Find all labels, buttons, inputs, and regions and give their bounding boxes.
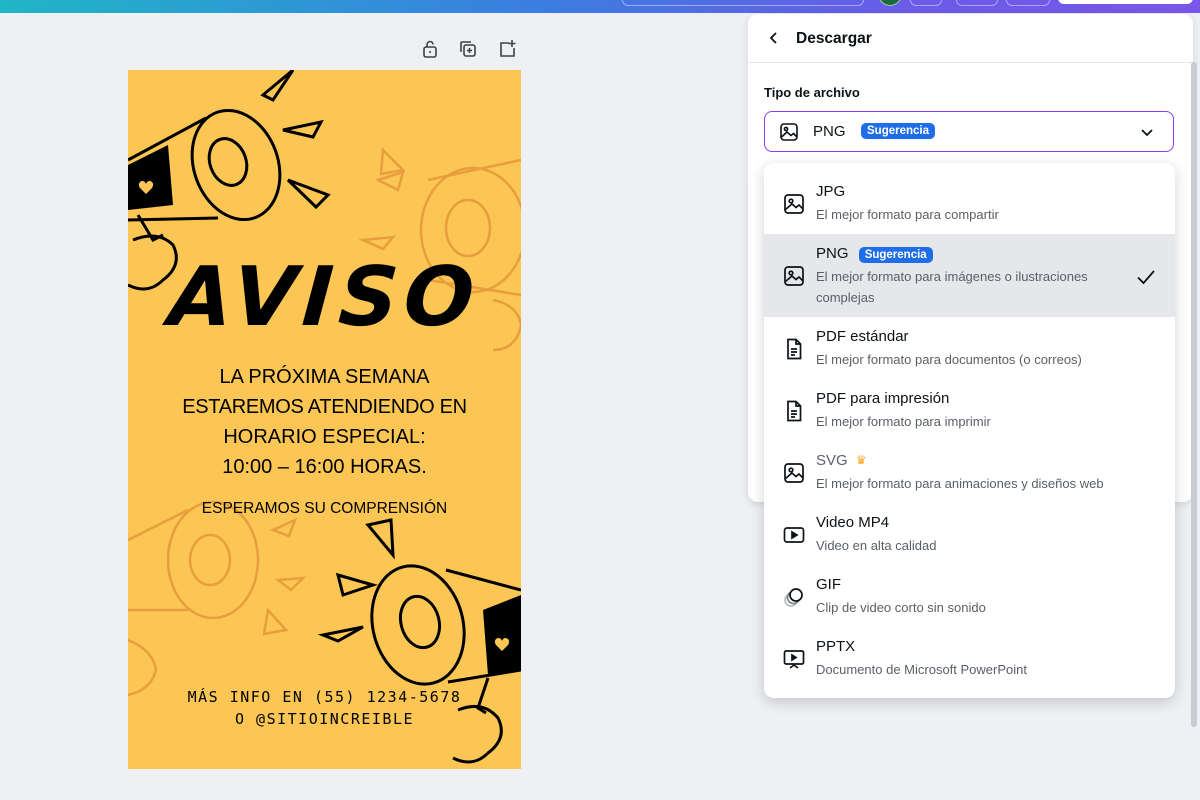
option-description: El mejor formato para compartir bbox=[816, 207, 999, 222]
toolbar-button[interactable] bbox=[910, 0, 942, 6]
option-description: El mejor formato para imágenes o ilustra… bbox=[816, 269, 1088, 305]
option-description: El mejor formato para imprimir bbox=[816, 414, 991, 429]
file-type-option-png[interactable]: PNG Sugerencia El mejor formato para imá… bbox=[764, 234, 1175, 317]
option-name: GIF bbox=[816, 576, 841, 593]
file-type-option-mp4[interactable]: Video MP4 Video en alta calidad bbox=[764, 503, 1175, 565]
toolbar-button[interactable] bbox=[956, 0, 998, 6]
poster-message-line: 10:00 – 16:00 HORAS. bbox=[222, 456, 427, 478]
lock-icon[interactable] bbox=[419, 38, 441, 60]
panel-header: Descargar bbox=[748, 14, 1193, 63]
design-canvas[interactable]: AVISO LA PRÓXIMA SEMANA ESTAREMOS ATENDI… bbox=[128, 70, 521, 769]
toolbar-field[interactable] bbox=[622, 0, 864, 6]
option-name: PDF para impresión bbox=[816, 390, 950, 407]
share-button[interactable] bbox=[1058, 0, 1193, 4]
option-name: PPTX bbox=[816, 638, 856, 655]
panel-title: Descargar bbox=[796, 30, 872, 47]
file-type-option-pptx[interactable]: PPTX Documento de Microsoft PowerPoint bbox=[764, 627, 1175, 689]
option-name: PDF estándar bbox=[816, 328, 909, 345]
image-icon bbox=[782, 461, 806, 485]
toolbar-button[interactable] bbox=[1006, 0, 1050, 6]
file-type-option-pdf-print[interactable]: PDF para impresión El mejor formato para… bbox=[764, 379, 1175, 441]
option-description: Clip de video corto sin sonido bbox=[816, 600, 986, 615]
top-toolbar bbox=[0, 0, 1200, 13]
option-name: PNG Sugerencia bbox=[816, 245, 933, 263]
file-type-select[interactable]: PNG Sugerencia bbox=[764, 111, 1174, 152]
file-type-option-svg[interactable]: SVG ♛ El mejor formato para animaciones y… bbox=[764, 441, 1175, 503]
presentation-icon bbox=[782, 647, 806, 671]
avatar[interactable] bbox=[878, 0, 902, 6]
option-description: El mejor formato para animaciones y dise… bbox=[816, 476, 1104, 491]
video-icon bbox=[782, 523, 806, 547]
option-description: Documento de Microsoft PowerPoint bbox=[816, 662, 1027, 677]
file-type-option-pdf-standard[interactable]: PDF estándar El mejor formato para docum… bbox=[764, 317, 1175, 379]
option-description: Video en alta calidad bbox=[816, 538, 937, 553]
suggestion-badge: Sugerencia bbox=[858, 247, 933, 263]
file-type-option-gif[interactable]: GIF Clip de video corto sin sonido bbox=[764, 565, 1175, 627]
option-name-text: PNG bbox=[816, 245, 849, 262]
checkmark-icon bbox=[1135, 266, 1157, 288]
poster-contact-info: MÁS INFO EN (55) 1234-5678 O @SITIOINCRE… bbox=[128, 686, 521, 730]
document-icon bbox=[782, 337, 806, 361]
back-arrow-icon[interactable] bbox=[766, 30, 782, 46]
image-icon bbox=[782, 192, 806, 216]
crown-icon: ♛ bbox=[855, 453, 867, 467]
poster-headline: AVISO bbox=[165, 250, 484, 345]
option-description: El mejor formato para documentos (o corr… bbox=[816, 352, 1082, 367]
file-type-label: Tipo de archivo bbox=[764, 85, 860, 100]
image-icon bbox=[782, 264, 806, 288]
file-type-option-jpg[interactable]: JPG El mejor formato para compartir bbox=[764, 172, 1175, 234]
option-name: Video MP4 bbox=[816, 514, 890, 531]
add-page-icon[interactable] bbox=[496, 38, 518, 60]
selected-file-type: PNG bbox=[813, 123, 846, 140]
image-icon bbox=[779, 122, 799, 142]
poster-subtext: ESPERAMOS SU COMPRENSIÓN bbox=[201, 500, 448, 517]
option-name: SVG ♛ bbox=[816, 452, 866, 469]
poster-message-line: HORARIO ESPECIAL: bbox=[223, 426, 426, 448]
duplicate-page-icon[interactable] bbox=[457, 38, 479, 60]
poster-message: LA PRÓXIMA SEMANA ESTAREMOS ATENDIENDO E… bbox=[128, 362, 521, 482]
gif-icon bbox=[782, 585, 806, 609]
poster-info-line: O @SITIOINCREIBLE bbox=[234, 710, 415, 728]
file-type-dropdown: JPG El mejor formato para compartir PNG … bbox=[764, 163, 1175, 698]
option-name-text: SVG bbox=[816, 452, 848, 469]
suggestion-badge: Sugerencia bbox=[861, 123, 935, 139]
scrollbar[interactable] bbox=[1191, 62, 1197, 727]
chevron-down-icon bbox=[1139, 124, 1155, 140]
poster-info-line: MÁS INFO EN (55) 1234-5678 bbox=[187, 688, 462, 706]
poster-message-line: LA PRÓXIMA SEMANA bbox=[219, 366, 430, 388]
poster-message-line: ESTAREMOS ATENDIENDO EN bbox=[182, 396, 467, 418]
document-icon bbox=[782, 399, 806, 423]
option-name: JPG bbox=[816, 183, 846, 200]
